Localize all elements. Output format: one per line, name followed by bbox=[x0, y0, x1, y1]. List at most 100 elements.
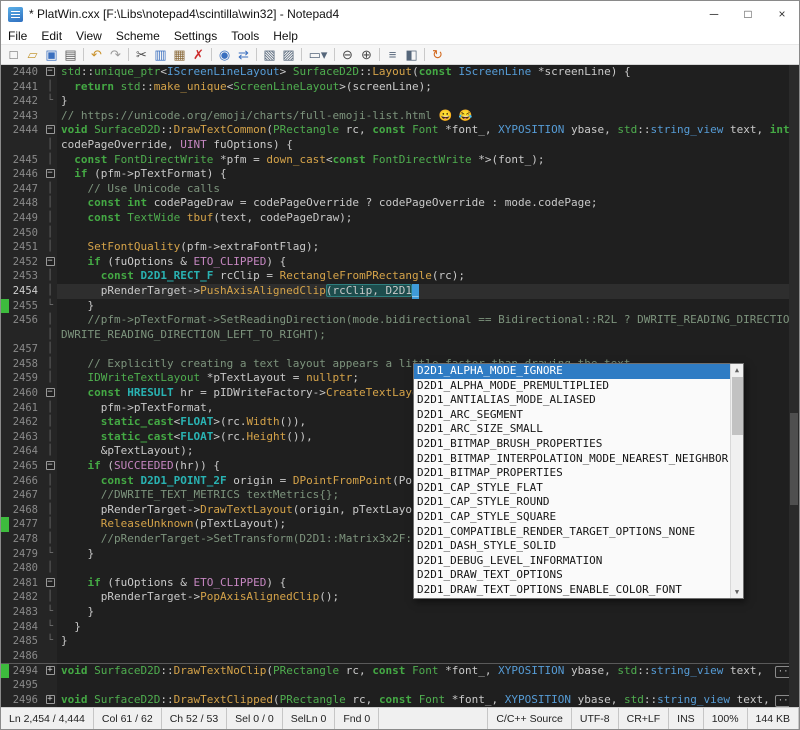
fold-marker[interactable]: │ bbox=[43, 444, 57, 459]
maximize-button[interactable]: □ bbox=[731, 1, 765, 27]
bookmark-margin[interactable] bbox=[1, 547, 9, 562]
fold-marker[interactable]: − bbox=[43, 459, 57, 474]
undo-button[interactable]: ↶ bbox=[87, 46, 106, 64]
bookmark-margin[interactable] bbox=[1, 444, 9, 459]
bookmark-margin[interactable] bbox=[1, 474, 9, 489]
code-line[interactable]: 2485└} bbox=[1, 634, 799, 649]
fold-marker[interactable]: │ bbox=[43, 269, 57, 284]
fold-marker[interactable]: │ bbox=[43, 401, 57, 416]
line-number[interactable]: 2483 bbox=[9, 605, 43, 620]
zoom-out-button[interactable]: ⊖ bbox=[338, 46, 357, 64]
autocomplete-scrollbar-thumb[interactable] bbox=[732, 377, 743, 435]
line-number[interactable]: 2480 bbox=[9, 561, 43, 576]
replace-button[interactable]: ⇄ bbox=[234, 46, 253, 64]
line-number[interactable]: 2446 bbox=[9, 167, 43, 182]
code-text[interactable] bbox=[57, 226, 799, 241]
status-selected-lines[interactable]: SelLn 0 bbox=[283, 708, 336, 729]
line-number[interactable]: 2447 bbox=[9, 182, 43, 197]
line-number[interactable]: 2462 bbox=[9, 415, 43, 430]
fold-expand-icon[interactable]: + bbox=[46, 666, 55, 675]
close-button[interactable]: × bbox=[765, 1, 799, 27]
autocomplete-item[interactable]: D2D1_DASH_STYLE_SOLID bbox=[414, 539, 730, 554]
code-text[interactable]: } bbox=[57, 94, 799, 109]
fold-marker[interactable]: │ bbox=[43, 182, 57, 197]
bookmark-margin[interactable] bbox=[1, 269, 9, 284]
fold-marker[interactable]: − bbox=[43, 167, 57, 182]
fold-marker[interactable]: │ bbox=[43, 342, 57, 357]
code-text[interactable]: pRenderTarget->PushAxisAlignedClip(rcCli… bbox=[57, 284, 799, 299]
autocomplete-item[interactable]: D2D1_CAP_STYLE_SQUARE bbox=[414, 510, 730, 525]
autocomplete-item[interactable]: D2D1_ARC_SIZE_SMALL bbox=[414, 422, 730, 437]
autocomplete-item[interactable]: D2D1_ALPHA_MODE_PREMULTIPLIED bbox=[414, 379, 730, 394]
code-line[interactable]: │DWRITE_READING_DIRECTION_LEFT_TO_RIGHT)… bbox=[1, 328, 799, 343]
status-file-size[interactable]: 144 KB bbox=[748, 708, 799, 729]
line-number[interactable]: 2477 bbox=[9, 517, 43, 532]
fold-marker[interactable]: + bbox=[43, 664, 57, 678]
code-text[interactable]: if (fuOptions & ETO_CLIPPED) { bbox=[57, 255, 799, 270]
line-number[interactable]: 2456 bbox=[9, 313, 43, 328]
fold-marker[interactable]: │ bbox=[43, 430, 57, 445]
line-number[interactable] bbox=[9, 328, 43, 343]
bookmark-margin[interactable] bbox=[1, 196, 9, 211]
fold-marker[interactable]: │ bbox=[43, 284, 57, 299]
code-text[interactable]: //pfm->pTextFormat->SetReadingDirection(… bbox=[57, 313, 799, 328]
bookmark-margin[interactable] bbox=[1, 415, 9, 430]
autocomplete-item[interactable]: D2D1_BITMAP_BRUSH_PROPERTIES bbox=[414, 437, 730, 452]
fold-expand-icon[interactable]: + bbox=[46, 695, 55, 704]
autocomplete-scrollbar[interactable]: ▲ ▼ bbox=[730, 364, 743, 598]
line-number[interactable]: 2485 bbox=[9, 634, 43, 649]
fold-collapse-icon[interactable]: − bbox=[46, 578, 55, 587]
line-number[interactable]: 2449 bbox=[9, 211, 43, 226]
bookmark-margin[interactable] bbox=[1, 342, 9, 357]
status-selection[interactable]: Sel 0 / 0 bbox=[227, 708, 283, 729]
code-text[interactable]: std::unique_ptr<IScreenLineLayout> Surfa… bbox=[57, 65, 799, 80]
find-button[interactable]: ◉ bbox=[215, 46, 234, 64]
line-number[interactable]: 2458 bbox=[9, 357, 43, 372]
fold-marker[interactable]: − bbox=[43, 576, 57, 591]
line-number[interactable]: 2460 bbox=[9, 386, 43, 401]
code-line[interactable]: 2440−std::unique_ptr<IScreenLineLayout> … bbox=[1, 65, 799, 80]
line-number[interactable]: 2486 bbox=[9, 649, 43, 664]
editor-scrollbar[interactable] bbox=[789, 65, 799, 707]
code-text[interactable]: } bbox=[57, 299, 799, 314]
editor[interactable]: 2440−std::unique_ptr<IScreenLineLayout> … bbox=[1, 65, 799, 707]
line-number[interactable] bbox=[9, 138, 43, 153]
code-line[interactable]: 2455└ } bbox=[1, 299, 799, 314]
code-line[interactable]: 2454│ pRenderTarget->PushAxisAlignedClip… bbox=[1, 284, 799, 299]
line-number[interactable]: 2468 bbox=[9, 503, 43, 518]
fold-marker[interactable]: │ bbox=[43, 313, 57, 328]
fold-marker[interactable]: │ bbox=[43, 415, 57, 430]
bookmark-margin[interactable] bbox=[1, 605, 9, 620]
bookmark-margin[interactable] bbox=[1, 532, 9, 547]
fold-marker[interactable]: │ bbox=[43, 474, 57, 489]
status-line-ending[interactable]: CR+LF bbox=[619, 708, 670, 729]
line-number[interactable]: 2494 bbox=[9, 664, 43, 678]
line-number[interactable]: 2450 bbox=[9, 226, 43, 241]
line-number[interactable]: 2495 bbox=[9, 678, 43, 693]
menu-tools[interactable]: Tools bbox=[224, 27, 266, 45]
fold-marker[interactable]: + bbox=[43, 693, 57, 707]
code-line[interactable]: 2456│ //pfm->pTextFormat->SetReadingDire… bbox=[1, 313, 799, 328]
scroll-up-icon[interactable]: ▲ bbox=[731, 364, 743, 376]
code-line[interactable]: 2449│ const TextWide tbuf(text, codePage… bbox=[1, 211, 799, 226]
paste-button[interactable]: ▦ bbox=[170, 46, 189, 64]
line-number[interactable]: 2466 bbox=[9, 474, 43, 489]
autocomplete-item[interactable]: D2D1_ANTIALIAS_MODE_ALIASED bbox=[414, 393, 730, 408]
bookmark-margin[interactable] bbox=[1, 94, 9, 109]
fold-marker[interactable]: └ bbox=[43, 620, 57, 635]
fold-marker[interactable]: │ bbox=[43, 561, 57, 576]
code-text[interactable]: return std::make_unique<ScreenLineLayout… bbox=[57, 80, 799, 95]
fold-marker[interactable]: │ bbox=[43, 138, 57, 153]
open-file-button[interactable]: ▱ bbox=[23, 46, 42, 64]
menu-scheme[interactable]: Scheme bbox=[109, 27, 167, 45]
bookmark-margin[interactable] bbox=[1, 255, 9, 270]
bookmark-margin[interactable] bbox=[1, 678, 9, 693]
code-text[interactable]: } bbox=[57, 634, 799, 649]
code-text[interactable]: } bbox=[57, 620, 799, 635]
delete-button[interactable]: ✗ bbox=[189, 46, 208, 64]
code-line[interactable]: 2457│ bbox=[1, 342, 799, 357]
code-line[interactable]: 2495 bbox=[1, 678, 799, 693]
code-text[interactable]: void SurfaceD2D::DrawTextNoClip(PRectang… bbox=[57, 664, 799, 678]
fold-marker[interactable]: − bbox=[43, 65, 57, 80]
scroll-down-icon[interactable]: ▼ bbox=[731, 586, 743, 598]
